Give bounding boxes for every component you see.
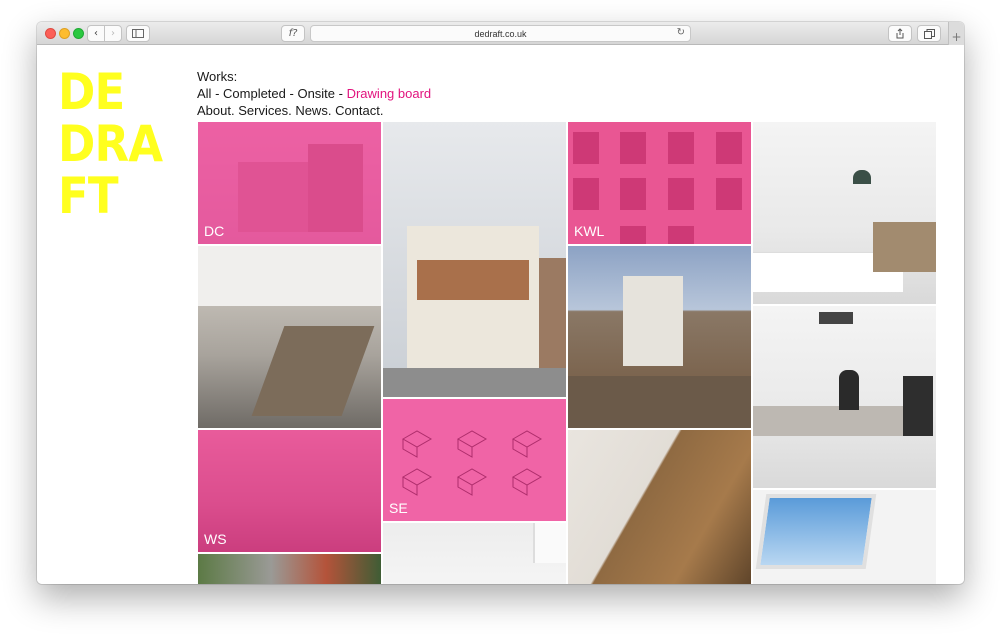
- link-services[interactable]: Services.: [238, 103, 291, 118]
- share-button[interactable]: [888, 25, 912, 42]
- url-text: dedraft.co.uk: [474, 28, 527, 39]
- tile-label-dc: DC: [204, 223, 225, 239]
- filter-separator: -: [285, 86, 298, 101]
- close-window-button[interactable]: [45, 28, 56, 39]
- filter-completed[interactable]: Completed: [223, 86, 286, 101]
- sidebar-icon: [132, 29, 144, 38]
- tabs-icon: [923, 28, 935, 39]
- filter-separator: -: [211, 86, 224, 101]
- history-nav: ‹ ›: [87, 25, 122, 42]
- site-menu: Works: All - Completed - Onsite - Drawin…: [197, 68, 431, 119]
- works-heading: Works:: [197, 69, 238, 84]
- filter-drawing-board[interactable]: Drawing board: [347, 86, 432, 101]
- tile-label-ws: WS: [204, 531, 227, 547]
- browser-window: ‹ › f? dedraft.co.uk ↻ + DE DRA FT Works…: [37, 22, 964, 584]
- project-tile-roof-window[interactable]: [753, 490, 936, 584]
- dedraft-logo[interactable]: DE DRA FT: [58, 63, 163, 225]
- skylight-frame: [533, 523, 566, 563]
- white-rear-wall: [623, 276, 683, 366]
- address-bar[interactable]: dedraft.co.uk ↻: [310, 25, 691, 42]
- tabs-overview-button[interactable]: [917, 25, 941, 42]
- clutter: [873, 222, 936, 272]
- works-filter-bar: All - Completed - Onsite - Drawing board: [197, 85, 431, 102]
- pink-overlay: [198, 122, 381, 244]
- project-tile-ws[interactable]: WS: [198, 430, 381, 552]
- link-about[interactable]: About.: [197, 103, 235, 118]
- project-tile-garden[interactable]: [198, 554, 381, 584]
- chevron-left-icon[interactable]: ‹: [88, 26, 104, 41]
- project-tile-se[interactable]: SE: [383, 399, 566, 521]
- concrete-worktop: [753, 406, 903, 436]
- project-tile-concrete-kitchen[interactable]: [753, 306, 936, 488]
- ceiling-photo: [198, 246, 381, 306]
- share-icon: [896, 28, 904, 39]
- project-tile-timber-stairs[interactable]: [568, 430, 751, 584]
- browser-toolbar: ‹ › f? dedraft.co.uk ↻ +: [37, 22, 964, 45]
- page-links: About. Services. News. Contact.: [197, 102, 431, 119]
- logo-line-2: DRA: [58, 115, 163, 173]
- project-tile-dc[interactable]: DC: [198, 122, 381, 244]
- reader-button[interactable]: f?: [281, 25, 305, 42]
- zoom-window-button[interactable]: [73, 28, 84, 39]
- filter-all[interactable]: All: [197, 86, 211, 101]
- oven-stack: [903, 376, 933, 436]
- logo-line-3: FT: [58, 167, 119, 225]
- tile-label-se: SE: [389, 500, 408, 516]
- sidebar-toggle-button[interactable]: [126, 25, 150, 42]
- chevron-right-icon[interactable]: ›: [104, 26, 121, 41]
- brick-band: [417, 260, 529, 300]
- link-news[interactable]: News.: [295, 103, 331, 118]
- project-tile-white-kitchen[interactable]: [753, 122, 936, 304]
- ceiling-vent: [819, 312, 853, 324]
- drawing-sketches: [401, 430, 543, 496]
- person-silhouette: [839, 370, 859, 410]
- project-tile-skylight-room[interactable]: [383, 523, 566, 584]
- minimize-window-button[interactable]: [59, 28, 70, 39]
- filter-separator: -: [335, 86, 347, 101]
- roof-window-glass: [755, 494, 877, 569]
- link-contact[interactable]: Contact.: [335, 103, 383, 118]
- construction-debris: [568, 376, 751, 428]
- filter-onsite[interactable]: Onsite: [297, 86, 335, 101]
- project-tile-pub-building[interactable]: [383, 122, 566, 397]
- project-tile-kwl[interactable]: KWL: [568, 122, 751, 244]
- plus-icon[interactable]: +: [948, 22, 964, 45]
- logo-line-1: DE: [58, 63, 125, 121]
- project-tile-dining-room[interactable]: [198, 246, 381, 428]
- table-photo: [251, 326, 375, 416]
- reader-icon: f?: [288, 28, 298, 39]
- project-tile-rear-extension[interactable]: [568, 246, 751, 428]
- street: [383, 368, 566, 397]
- tile-label-kwl: KWL: [574, 223, 605, 239]
- reload-icon[interactable]: ↻: [677, 27, 685, 38]
- pendant-lamp: [853, 170, 871, 184]
- page-content: DE DRA FT Works: All - Completed - Onsit…: [37, 46, 964, 584]
- side-building: [539, 258, 566, 368]
